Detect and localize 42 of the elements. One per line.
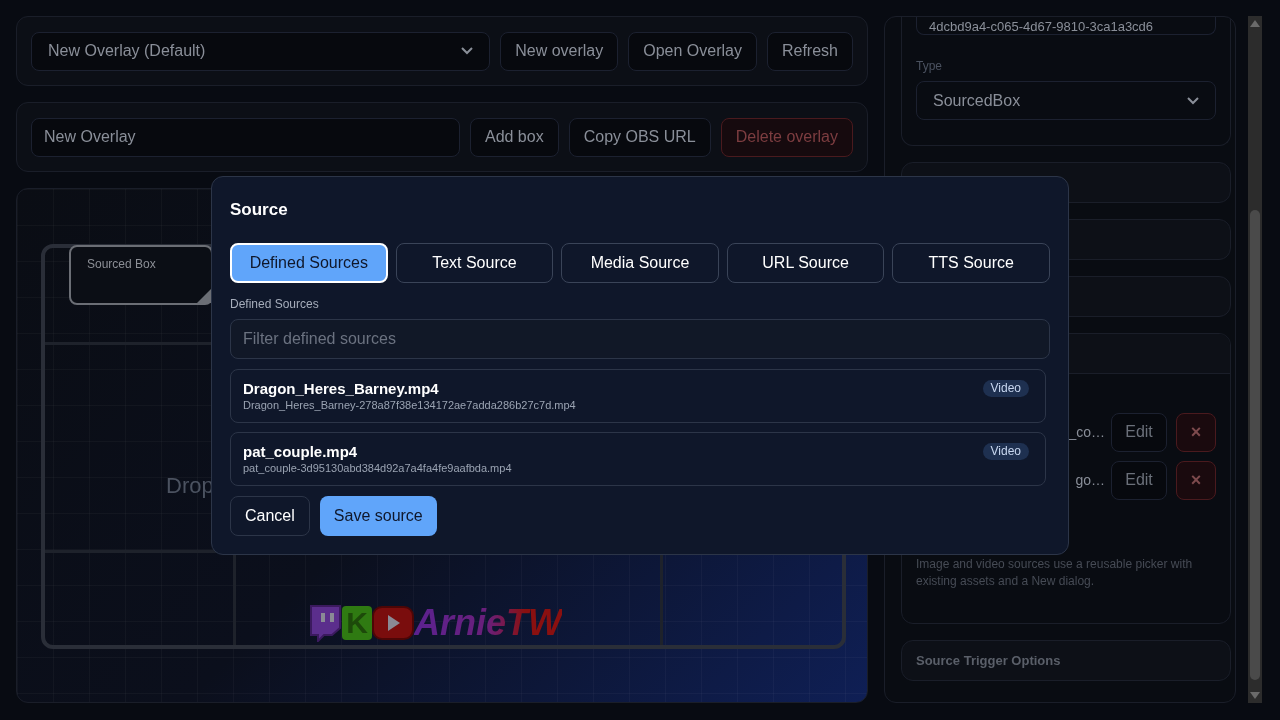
source-tab[interactable]: TTS Source: [892, 242, 1050, 283]
toolbar-button[interactable]: New overlay: [500, 31, 619, 71]
toolbar-button[interactable]: Refresh: [766, 31, 853, 71]
hint-text: Image and video sources use a reusable picker with existing assets and a New dialog.: [916, 556, 1194, 590]
sourced-box[interactable]: Sourced Box: [69, 245, 213, 305]
scrollbar[interactable]: [1248, 16, 1262, 703]
save-button[interactable]: Save source: [319, 495, 437, 536]
chevron-down-icon: [461, 47, 474, 55]
source-tab[interactable]: Media Source: [561, 242, 719, 283]
play-icon: [372, 606, 414, 640]
source-item[interactable]: Dragon_Heres_Barney.mp4 Dragon_Heres_Barney-278a87f38e134172ae7adda286b27c7d.mp4 Video: [230, 368, 1046, 423]
toolbar-button[interactable]: Copy OBS URL: [568, 117, 711, 157]
field-label: Type: [916, 58, 943, 75]
type-tag: Video: [982, 379, 1029, 397]
source-tab[interactable]: URL Source: [726, 242, 885, 283]
source-title: pat_couple.mp4: [243, 442, 358, 461]
source-tab[interactable]: Defined Sources: [230, 242, 388, 283]
id-field[interactable]: 4dcbd9a4-c065-4d67-9810-3ca1a3cd6: [916, 17, 1216, 35]
source-item[interactable]: pat_couple.mp4 pat_couple-3d95130abd384d92a7a4fa4fe9aafbda.mp4 Video: [230, 431, 1046, 486]
toolbar-button[interactable]: Add box: [469, 117, 559, 157]
source-tab[interactable]: Text Source: [395, 242, 554, 283]
source-title: Dragon_Heres_Barney.mp4: [243, 379, 439, 398]
source-name: go…: [1075, 470, 1105, 490]
edit-button[interactable]: Edit: [1111, 412, 1167, 452]
scroll-down-icon[interactable]: [1250, 692, 1260, 699]
filter-field[interactable]: Filter defined sources: [230, 318, 1050, 359]
cancel-button[interactable]: Cancel: [230, 495, 310, 536]
field-label: Defined Sources: [230, 295, 320, 313]
chevron-down-icon: [1187, 96, 1199, 105]
type-select[interactable]: SourcedBox: [916, 81, 1216, 120]
scroll-up-icon[interactable]: [1250, 20, 1260, 27]
name-field[interactable]: New Overlay: [31, 117, 460, 157]
source-filename: pat_couple-3d95130abd384d92a7a4fa4fe9aafbda.mp4: [243, 460, 512, 475]
source-filename: Dragon_Heres_Barney-278a87f38e134172ae7adda286b27c7d.mp4: [243, 397, 576, 412]
edit-button[interactable]: Edit: [1111, 460, 1167, 500]
overlay-select[interactable]: New Overlay (Default): [31, 31, 491, 71]
toolbar-button[interactable]: Open Overlay: [628, 31, 757, 71]
chat-bubble-icon: [308, 604, 342, 642]
scrollbar-thumb[interactable]: [1250, 209, 1260, 680]
source-name: _co…: [1068, 422, 1105, 442]
dialog-title: Source: [230, 199, 289, 221]
type-tag: Video: [982, 442, 1029, 460]
